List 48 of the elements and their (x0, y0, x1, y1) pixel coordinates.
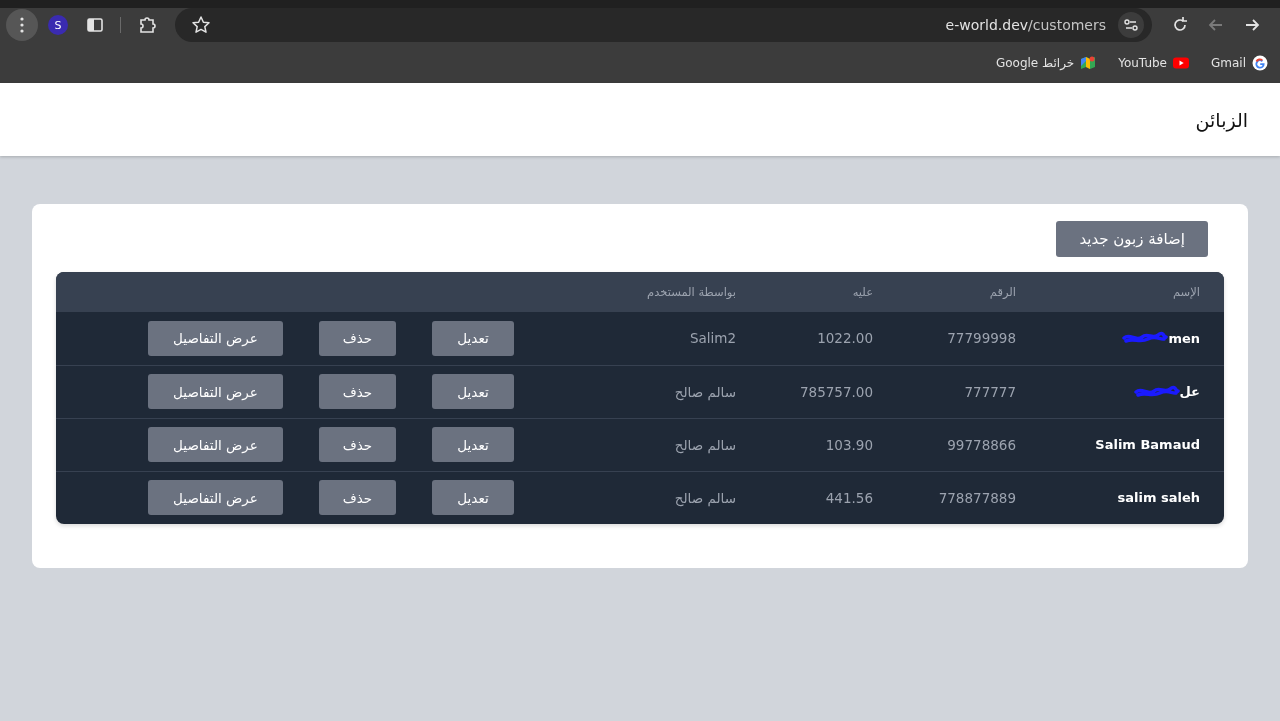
created-by-user: سالم صالح (674, 489, 736, 506)
column-header: عليه (852, 285, 873, 299)
balance-amount: 103.90 (825, 436, 873, 453)
gmail-icon (1252, 54, 1268, 71)
address-bar[interactable]: e-world.dev/customers (175, 8, 1152, 42)
created-by-user: Salim2 (689, 330, 736, 347)
column-header: بواسطة المستخدم (647, 285, 736, 299)
bookmark[interactable]: YouTube (1118, 53, 1189, 72)
url-text: e-world.dev/customers (945, 17, 1106, 33)
customer-name: Salim Bamaud (1095, 437, 1200, 452)
column-header: الرقم (989, 285, 1016, 299)
balance-amount: 1022.00 (817, 330, 873, 347)
profile-avatar[interactable]: S (48, 15, 68, 35)
customer-name: salim saleh (1117, 490, 1200, 506)
created-by-user: سالم صالح (674, 436, 736, 453)
delete-button[interactable]: حذف (319, 480, 396, 516)
details-button[interactable]: عرض التفاصيل (148, 320, 283, 356)
page-title: الزبائن (1195, 108, 1248, 131)
edit-button[interactable]: تعديل (432, 374, 514, 409)
edit-button[interactable]: تعديل (432, 480, 514, 516)
delete-button[interactable]: حذف (319, 320, 396, 356)
puzzle-icon[interactable] (137, 15, 157, 35)
created-by-user: سالم صالح (674, 383, 736, 400)
more-icon[interactable] (20, 17, 24, 33)
side-panel-icon[interactable] (86, 16, 104, 34)
customer-name: عل (1179, 384, 1200, 399)
maps-icon (1080, 54, 1097, 71)
edit-button[interactable]: تعديل (432, 320, 514, 356)
menu-button[interactable] (6, 9, 38, 41)
site-settings-icon[interactable] (1118, 12, 1144, 38)
bookmark[interactable]: خرائط Google (995, 53, 1097, 72)
star-icon[interactable] (191, 15, 211, 35)
delete-button[interactable]: حذف (319, 427, 396, 462)
details-button[interactable]: عرض التفاصيل (148, 480, 283, 516)
phone-number: 77799998 (947, 330, 1016, 347)
details-button[interactable]: عرض التفاصيل (148, 427, 283, 462)
column-header: الإسم (1172, 285, 1200, 299)
phone-number: 778877889 (938, 489, 1016, 506)
phone-number: 777777 (964, 383, 1016, 400)
edit-button[interactable]: تعديل (432, 427, 514, 462)
details-button[interactable]: عرض التفاصيل (148, 374, 283, 409)
balance-amount: 785757.00 (800, 383, 873, 400)
phone-number: 99778866 (947, 436, 1016, 453)
customer-name: men (1168, 330, 1200, 346)
delete-button[interactable]: حذف (319, 374, 396, 409)
add-customer-button[interactable]: إضافة زبون جديد (1056, 221, 1208, 257)
balance-amount: 441.56 (825, 489, 873, 506)
bookmark[interactable]: Gmail (1211, 53, 1268, 72)
